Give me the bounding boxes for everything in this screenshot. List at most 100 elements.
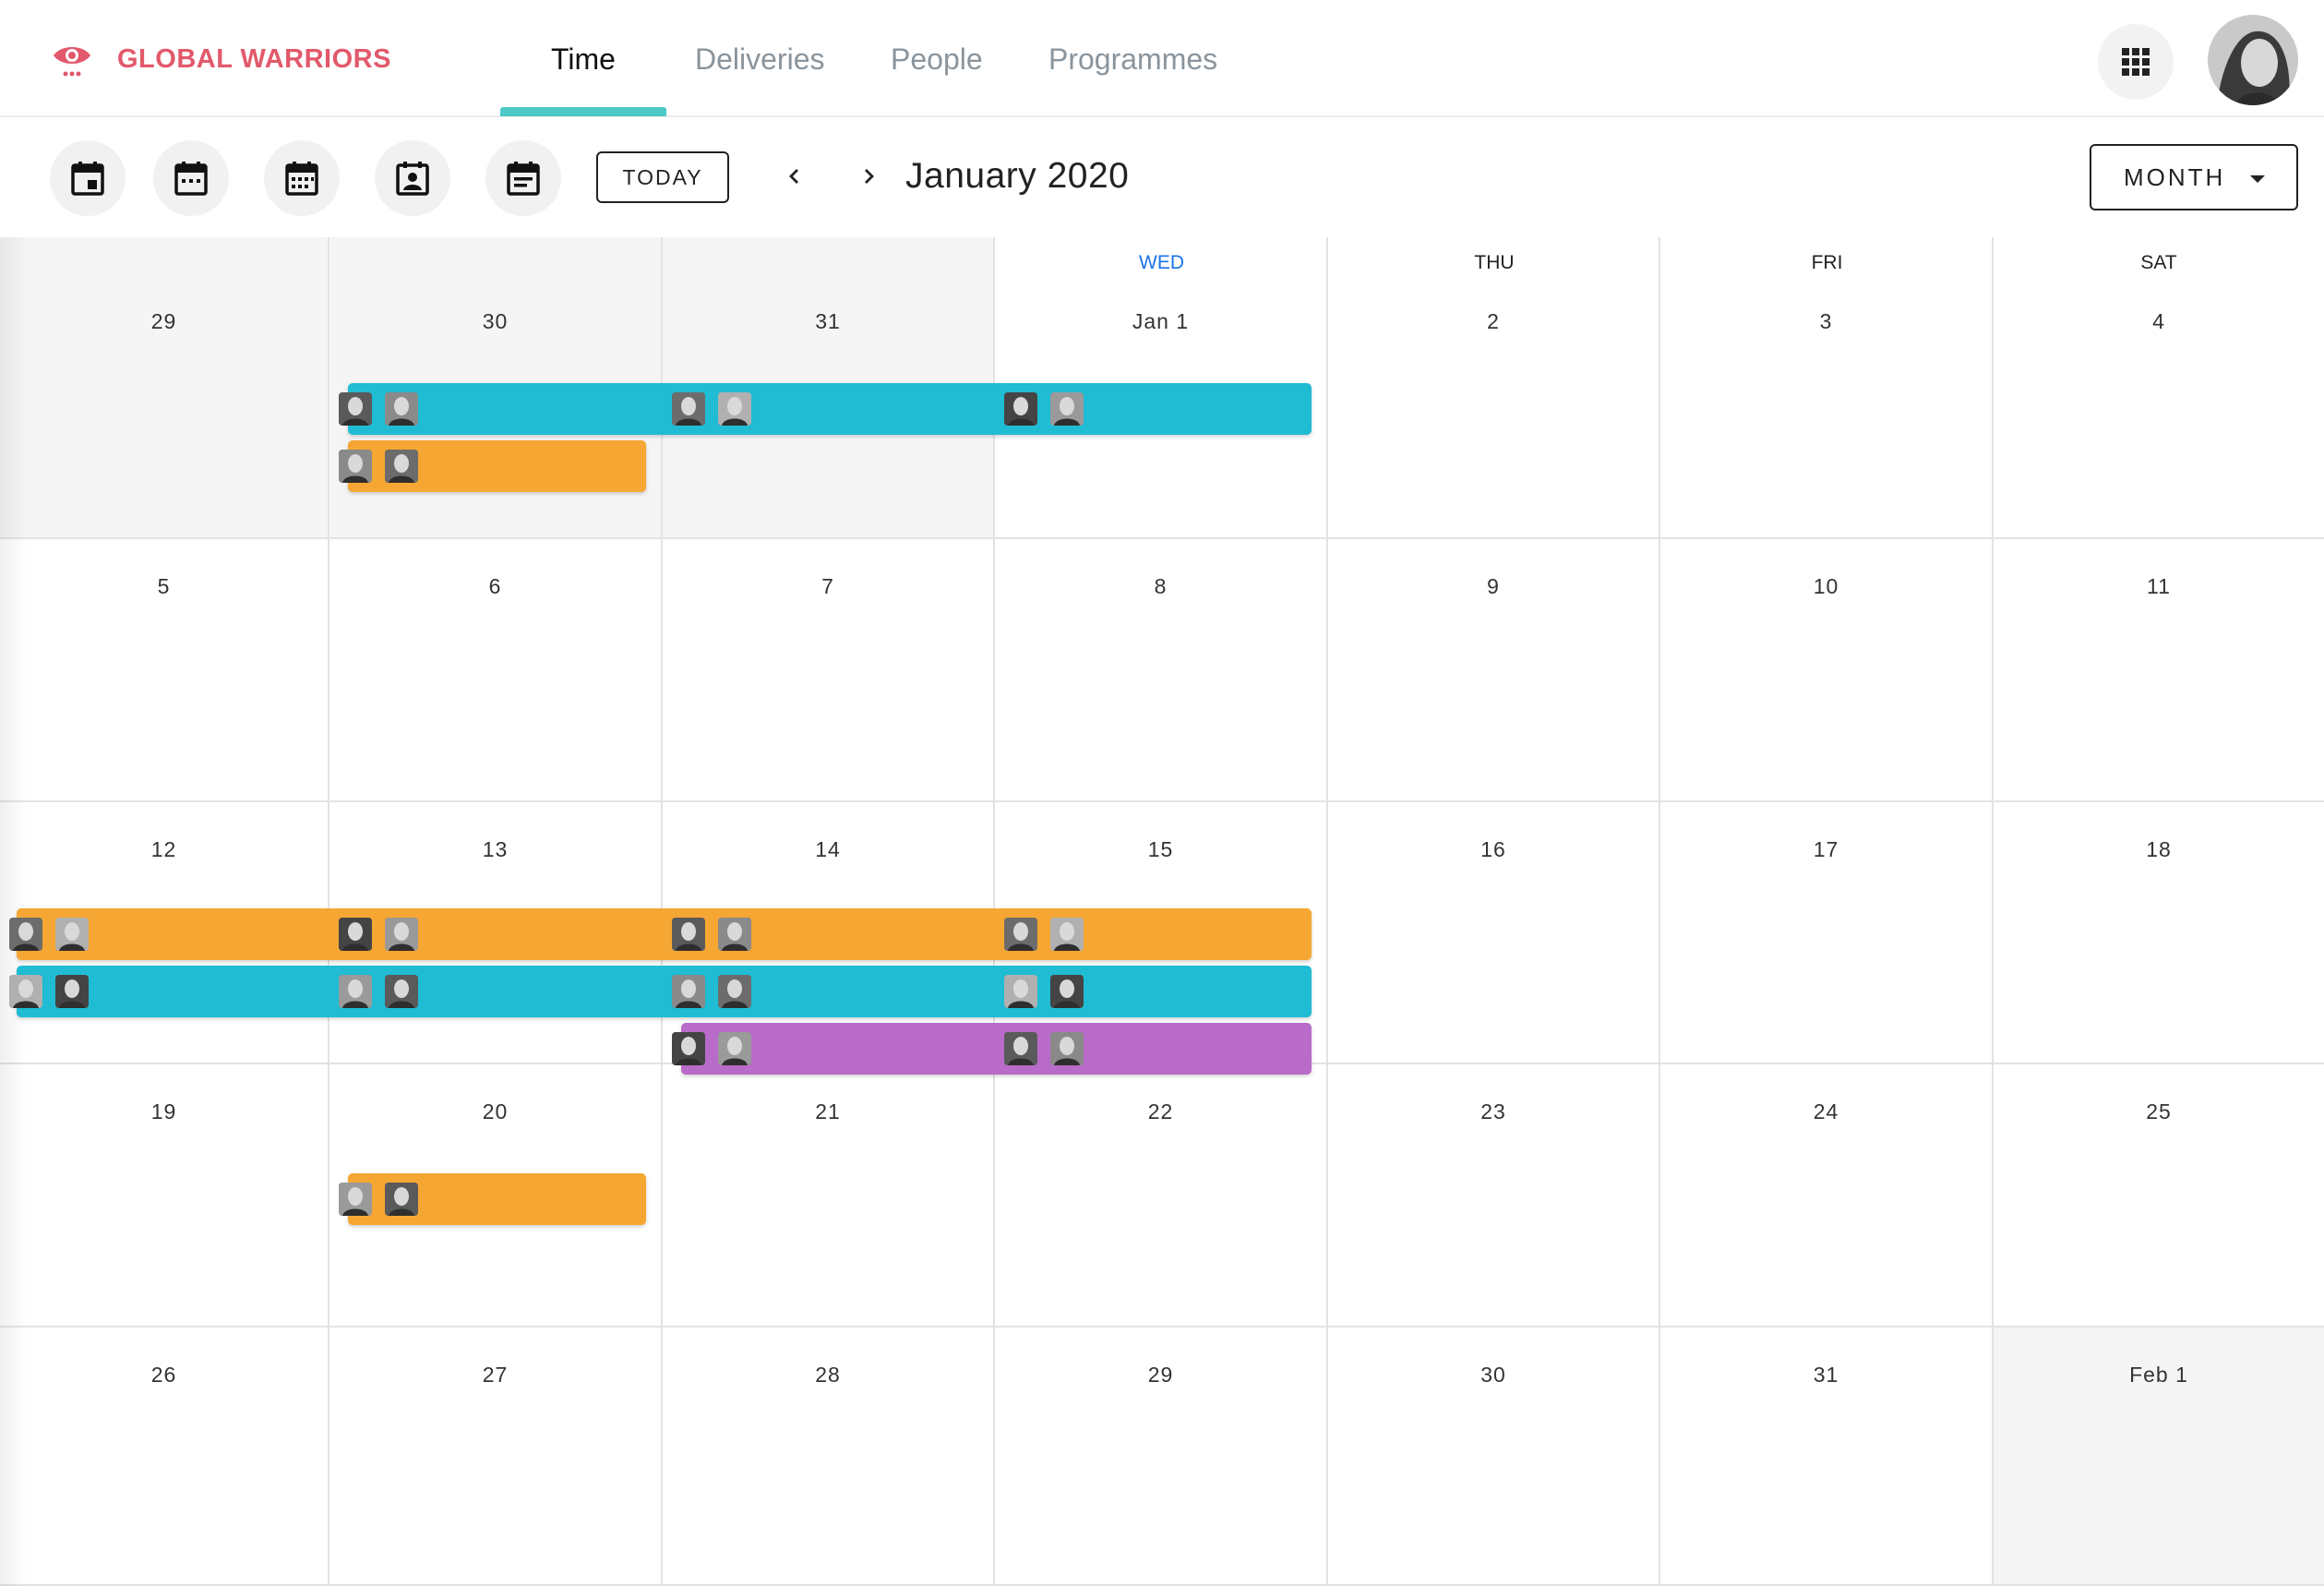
attendee-avatar[interactable] bbox=[672, 918, 705, 951]
day-cell[interactable]: 19 bbox=[0, 1064, 329, 1328]
day-cell[interactable]: 29 bbox=[0, 237, 329, 539]
day-number: 28 bbox=[815, 1363, 841, 1387]
people-view-button[interactable] bbox=[375, 140, 450, 216]
day-number: 19 bbox=[150, 1099, 177, 1123]
day-cell[interactable]: 4 bbox=[1994, 237, 2324, 539]
day-cell[interactable]: 30 bbox=[1328, 1328, 1660, 1586]
tab-deliveries[interactable]: Deliveries bbox=[695, 42, 824, 77]
tab-time[interactable]: Time bbox=[551, 42, 616, 77]
attendee-avatar[interactable] bbox=[385, 392, 418, 426]
attendee-avatar[interactable] bbox=[672, 392, 705, 426]
attendee-avatar[interactable] bbox=[1050, 975, 1084, 1008]
attendee-avatar[interactable] bbox=[385, 450, 418, 483]
day-view-button[interactable] bbox=[50, 140, 126, 216]
day-number: 31 bbox=[1813, 1363, 1839, 1387]
attendee-avatar[interactable] bbox=[1004, 392, 1037, 426]
day-number: 25 bbox=[2146, 1099, 2172, 1123]
active-tab-indicator bbox=[500, 107, 666, 116]
day-cell[interactable]: 9 bbox=[1328, 539, 1660, 802]
calendar-toolbar: TODAY January 2020 MONTH bbox=[0, 119, 2324, 237]
day-cell[interactable]: 10 bbox=[1660, 539, 1994, 802]
day-cell[interactable]: 11 bbox=[1994, 539, 2324, 802]
attendee-avatar[interactable] bbox=[672, 1032, 705, 1065]
calendar-event[interactable] bbox=[9, 966, 1312, 1017]
day-cell[interactable]: 8 bbox=[995, 539, 1328, 802]
attendee-avatar[interactable] bbox=[55, 918, 89, 951]
attendee-avatar[interactable] bbox=[385, 1183, 418, 1216]
eye-logo-icon bbox=[54, 47, 90, 77]
day-cell[interactable]: 17 bbox=[1660, 802, 1994, 1064]
attendee-avatar[interactable] bbox=[339, 392, 372, 426]
calendar-month-icon bbox=[285, 162, 318, 196]
day-cell[interactable]: 28 bbox=[663, 1328, 995, 1586]
day-cell[interactable]: 21 bbox=[663, 1064, 995, 1328]
calendar-event[interactable] bbox=[672, 1023, 1312, 1075]
attendee-avatar[interactable] bbox=[339, 975, 372, 1008]
tab-people[interactable]: People bbox=[891, 42, 983, 77]
attendee-avatar[interactable] bbox=[718, 1032, 751, 1065]
attendee-avatar[interactable] bbox=[1050, 392, 1084, 426]
attendee-avatar[interactable] bbox=[1004, 975, 1037, 1008]
chevron-left-icon bbox=[789, 169, 798, 184]
day-cell[interactable]: 25 bbox=[1994, 1064, 2324, 1328]
user-avatar[interactable] bbox=[2208, 15, 2298, 105]
day-cell[interactable]: 16 bbox=[1328, 802, 1660, 1064]
attendee-avatar[interactable] bbox=[718, 918, 751, 951]
day-cell[interactable]: 7 bbox=[663, 539, 995, 802]
attendee-avatar[interactable] bbox=[339, 1183, 372, 1216]
month-view-button[interactable] bbox=[264, 140, 340, 216]
day-number: Feb 1 bbox=[2129, 1363, 2188, 1387]
day-cell[interactable]: 3 bbox=[1660, 237, 1994, 539]
brand[interactable]: GLOBAL WARRIORS bbox=[50, 37, 391, 81]
caret-down-icon bbox=[2250, 175, 2265, 183]
day-cell[interactable]: 27 bbox=[329, 1328, 663, 1586]
attendee-avatar[interactable] bbox=[1050, 1032, 1084, 1065]
day-number: 3 bbox=[1819, 309, 1833, 333]
day-number: 27 bbox=[482, 1363, 509, 1387]
calendar-event[interactable] bbox=[339, 383, 1312, 435]
attendee-avatar[interactable] bbox=[718, 975, 751, 1008]
calendar-event[interactable] bbox=[339, 440, 646, 492]
attendee-avatar[interactable] bbox=[672, 975, 705, 1008]
attendee-avatar[interactable] bbox=[9, 918, 42, 951]
tab-programmes[interactable]: Programmes bbox=[1048, 42, 1217, 77]
day-cell[interactable]: 23 bbox=[1328, 1064, 1660, 1328]
attendee-avatar[interactable] bbox=[9, 975, 42, 1008]
day-cell[interactable]: 31 bbox=[1660, 1328, 1994, 1586]
day-cell[interactable]: 2 bbox=[1328, 237, 1660, 539]
day-number: 20 bbox=[482, 1099, 509, 1123]
day-cell[interactable]: 22 bbox=[995, 1064, 1328, 1328]
attendee-avatar[interactable] bbox=[339, 918, 372, 951]
day-number: 2 bbox=[1487, 309, 1500, 333]
attendee-avatar[interactable] bbox=[1004, 1032, 1037, 1065]
attendee-avatar[interactable] bbox=[339, 450, 372, 483]
attendee-avatar[interactable] bbox=[55, 975, 89, 1008]
calendar-event[interactable] bbox=[9, 908, 1312, 960]
attendee-avatar[interactable] bbox=[385, 975, 418, 1008]
apps-grid-icon bbox=[2122, 48, 2150, 76]
previous-month-button[interactable] bbox=[775, 157, 814, 196]
attendee-avatar[interactable] bbox=[1050, 918, 1084, 951]
day-number: 18 bbox=[2146, 837, 2172, 861]
day-cell[interactable]: 24 bbox=[1660, 1064, 1994, 1328]
day-number: 8 bbox=[1154, 574, 1168, 598]
day-number: 29 bbox=[1147, 1363, 1174, 1387]
day-cell[interactable]: 5 bbox=[0, 539, 329, 802]
week-view-button[interactable] bbox=[153, 140, 229, 216]
day-cell[interactable]: Feb 1 bbox=[1994, 1328, 2324, 1586]
apps-grid-button[interactable] bbox=[2098, 24, 2174, 100]
calendar-event[interactable] bbox=[339, 1173, 646, 1225]
day-cell[interactable]: 18 bbox=[1994, 802, 2324, 1064]
attendee-avatar[interactable] bbox=[1004, 918, 1037, 951]
next-month-button[interactable] bbox=[849, 157, 888, 196]
day-cell[interactable]: 29 bbox=[995, 1328, 1328, 1586]
attendee-avatar[interactable] bbox=[718, 392, 751, 426]
attendee-avatar[interactable] bbox=[385, 918, 418, 951]
day-cell[interactable]: 26 bbox=[0, 1328, 329, 1586]
day-cell[interactable]: 6 bbox=[329, 539, 663, 802]
day-number: 12 bbox=[150, 837, 177, 861]
list-view-button[interactable] bbox=[485, 140, 561, 216]
view-mode-select[interactable]: MONTH bbox=[2090, 144, 2298, 210]
day-number: 23 bbox=[1480, 1099, 1506, 1123]
today-button[interactable]: TODAY bbox=[596, 151, 729, 203]
